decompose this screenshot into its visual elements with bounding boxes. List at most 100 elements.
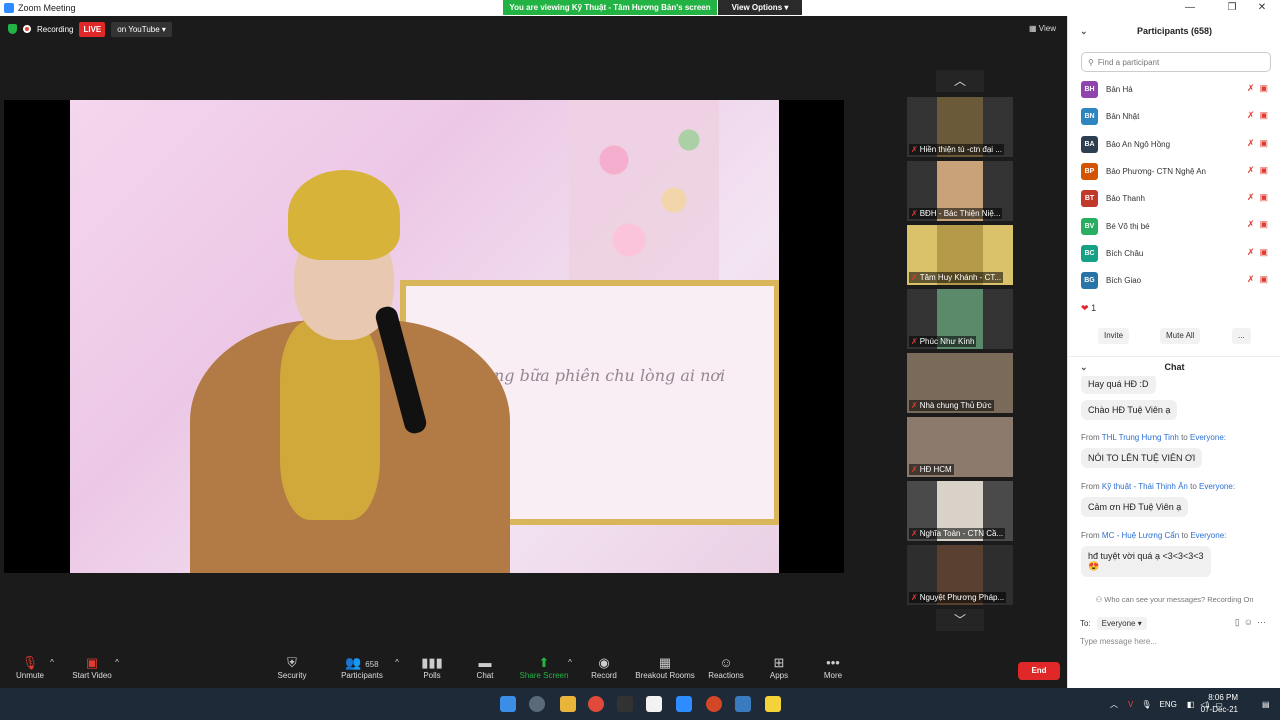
polls-button[interactable]: ▮▮▮ Polls [402,655,462,680]
minimize-button[interactable]: — [1172,0,1208,16]
muted-mic-icon: ✗ [911,209,918,218]
unmute-label: Unmute [15,671,44,680]
filmstrip-up-arrow[interactable]: ︿ [936,70,984,92]
more-button[interactable]: ••• More [803,655,863,680]
participant-search-input[interactable]: ⚲ Find a participant [1081,52,1271,72]
video-tile[interactable]: ✗ Hiền thiện tú -ctn đại ... [907,97,1013,157]
vivaldi-icon[interactable]: V [1128,700,1133,709]
participants-more-button[interactable]: ... [1232,328,1251,344]
zoom-taskbar-icon[interactable] [676,696,692,712]
participants-label: Participants [341,671,383,680]
chat-message-input[interactable]: Type message here... [1080,637,1157,646]
file-icon[interactable]: ▯ [1235,617,1244,627]
tile-name: ✗ Nhà chung Thủ Đức [909,400,994,411]
video-tile[interactable]: ✗ Tâm Huy Khánh - CT... [907,225,1013,285]
settings-gear-icon[interactable] [529,696,545,712]
heart-icon: ❤ [1081,303,1089,313]
powerpoint-icon[interactable] [706,696,722,712]
chat-recipient: Everyone: [1190,531,1227,540]
end-meeting-button[interactable]: End [1018,662,1060,680]
video-tile[interactable]: ✗ Nghĩa Toàn - CTN Cầ... [907,481,1013,541]
chat-sender[interactable]: THL Trung Hưng Tinh [1102,433,1179,442]
record-label: Record [591,671,617,680]
tile-name-text: Nguyệt Phương Pháp... [919,593,1005,602]
reaction-summary: ❤ 1 [1081,303,1096,314]
reactions-button[interactable]: ☺ Reactions [696,655,756,680]
video-tile[interactable]: ✗ Phúc Như Kính [907,289,1013,349]
chat-sender[interactable]: Kỹ thuật - Thái Thịnh Ân [1102,482,1188,491]
muted-status-icons: ✗▣ [1246,164,1273,175]
chat-label: Chat [476,671,494,680]
terminal-icon[interactable] [617,696,633,712]
chevron-down-icon[interactable]: ⌄ [1080,16,1088,46]
more-options-icon[interactable]: ⋯ [1257,617,1270,627]
speaker-hat [288,170,400,260]
file-explorer-icon[interactable] [560,696,576,712]
mute-all-button[interactable]: Mute All [1160,328,1201,344]
share-banner-text: You are viewing Kỹ Thuật - Tâm Hương Bản… [509,3,711,12]
filmstrip-down-arrow[interactable]: ﹀ [936,609,984,631]
chrome-icon[interactable] [588,696,604,712]
participant-row[interactable]: BN Bản Nhật ✗▣ [1068,103,1280,130]
participant-actions: Invite Mute All ... [1068,328,1280,344]
participants-button[interactable]: 👥 658 Participants [332,655,392,680]
security-button[interactable]: ⛨ Security [262,655,322,680]
system-clock[interactable]: 8:06 PM 07-Dec-21 [1201,692,1238,716]
chevron-down-icon[interactable]: ⌄ [1080,357,1088,377]
shared-screen: Trong bữa phiên chu lòng ai nơi ... [4,100,844,573]
video-tile[interactable]: ✗ Nguyệt Phương Pháp... [907,545,1013,605]
start-menu-icon[interactable] [500,696,516,712]
participant-row[interactable]: BA Bảo An Ngô Hồng ✗▣ [1068,131,1280,158]
chat-button[interactable]: ▬ Chat [455,655,515,680]
encryption-shield-icon[interactable] [8,24,17,34]
mic-tray-icon[interactable]: 🎙 [1141,700,1151,709]
zoom-app-icon [4,3,14,13]
participant-row[interactable]: BV Bé Võ thị bé ✗▣ [1068,212,1280,239]
tray-overflow-icon[interactable]: ︿ [1110,699,1118,710]
avatar: BA [1081,135,1098,153]
breakout-label: Breakout Rooms [635,671,695,680]
live-badge[interactable]: LIVE [79,21,106,37]
video-tile[interactable]: ✗ Nhà chung Thủ Đức [907,353,1013,413]
emoji-icon[interactable]: ☺ [1244,617,1257,627]
to-word: to [1181,531,1189,540]
sticky-notes-icon[interactable] [765,696,781,712]
chat-message: Hay quá HĐ :D [1081,376,1156,394]
audio-options-caret[interactable]: ^ [42,658,62,667]
tile-name: ✗ Tâm Huy Khánh - CT... [909,272,1004,283]
youtube-stream-dropdown[interactable]: on YouTube ▾ [111,21,172,37]
shield-icon: ⛨ [287,655,297,670]
close-button[interactable]: ✕ [1244,0,1280,16]
apps-button[interactable]: ⊞ Apps [749,655,809,680]
video-tile[interactable]: ✗ HĐ HCM [907,417,1013,477]
participants-count: 658 [365,660,379,669]
chat-title: Chat [1164,362,1185,372]
more-dots-icon: ••• [826,655,840,670]
chat-sender-line: From MC - Huệ Lương Cẩn to Everyone: [1081,531,1226,540]
photos-icon[interactable] [735,696,751,712]
participant-row[interactable]: BG Bích Giao ✗▣ [1068,267,1280,294]
view-button[interactable]: ▦ View [1029,24,1056,33]
chat-bubble-icon: ▬ [478,655,492,670]
notepad-icon[interactable] [646,696,662,712]
muted-status-icons: ✗▣ [1246,83,1273,93]
participant-row[interactable]: BH Bản Hà ✗▣ [1068,76,1280,103]
network-icon[interactable]: ◧ [1187,700,1195,709]
video-options-caret[interactable]: ^ [107,658,127,667]
chat-recipient-dropdown[interactable]: Everyone ▾ [1096,617,1147,630]
participant-name: Bảo Thanh [1106,194,1145,204]
record-button[interactable]: ◉ Record [574,655,634,680]
participant-row[interactable]: BC Bích Châu ✗▣ [1068,240,1280,267]
video-tile[interactable]: ✗ BĐH - Bác Thiện Niệ... [907,161,1013,221]
participant-row[interactable]: BP Bảo Phương- CTN Nghệ An ✗▣ [1068,158,1280,185]
invite-button[interactable]: Invite [1098,328,1130,344]
view-options-button[interactable]: View Options ▾ [718,0,802,15]
speaker-image [190,170,510,573]
chat-sender[interactable]: MC - Huệ Lương Cẩn [1102,531,1179,540]
who-can-see-link[interactable]: ⚇ Who can see your messages? Recording O… [1068,595,1280,604]
notification-icon[interactable]: ▤ [1262,688,1270,720]
participant-row[interactable]: BT Bảo Thanh ✗▣ [1068,185,1280,212]
breakout-rooms-button[interactable]: ▦ Breakout Rooms [630,655,700,680]
recording-label[interactable]: Recording [37,25,73,34]
language-indicator[interactable]: ENG [1160,700,1177,709]
